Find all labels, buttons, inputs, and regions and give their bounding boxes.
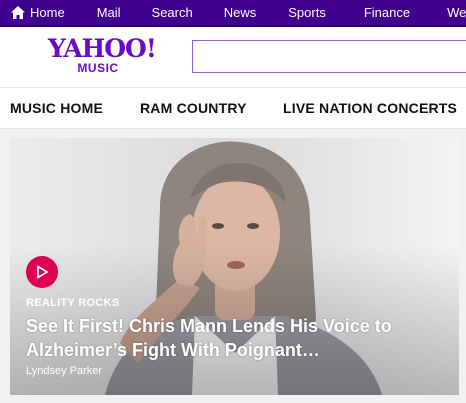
story-author: Lyndsey Parker	[26, 365, 103, 377]
tab-live-nation-concerts[interactable]: LIVE NATION CONCERTS	[283, 100, 457, 116]
topnav-home-label: Home	[30, 5, 65, 20]
topnav-weather-link[interactable]: Weather	[447, 5, 466, 20]
logo-subtitle: MUSIC	[77, 61, 119, 75]
top-navigation-bar: Home Mail Search News Sports Finance Wea…	[0, 0, 466, 27]
tab-music-home[interactable]: MUSIC HOME	[10, 100, 103, 116]
yahoo-music-logo[interactable]: YAHOO! MUSIC	[48, 34, 157, 75]
site-header: YAHOO! MUSIC	[0, 27, 466, 87]
play-button[interactable]	[26, 256, 58, 288]
search-input[interactable]	[192, 40, 466, 73]
topnav-search-link[interactable]: Search	[152, 5, 193, 20]
section-navigation: MUSIC HOME RAM COUNTRY LIVE NATION CONCE…	[0, 87, 466, 129]
topnav-sports-link[interactable]: Sports	[288, 5, 326, 20]
home-icon	[11, 6, 25, 19]
topnav-finance-link[interactable]: Finance	[364, 5, 410, 20]
story-category[interactable]: REALITY ROCKS	[26, 297, 120, 309]
play-icon	[37, 265, 48, 279]
topnav-mail-link[interactable]: Mail	[97, 5, 121, 20]
hero-story-card[interactable]: REALITY ROCKS See It First! Chris Mann L…	[10, 138, 459, 395]
logo-wordmark: YAHOO!	[48, 34, 157, 63]
story-headline[interactable]: See It First! Chris Mann Lends His Voice…	[26, 314, 451, 362]
tab-ram-country[interactable]: RAM COUNTRY	[140, 100, 247, 116]
topnav-home-link[interactable]: Home	[11, 5, 65, 20]
topnav-news-link[interactable]: News	[224, 5, 257, 20]
